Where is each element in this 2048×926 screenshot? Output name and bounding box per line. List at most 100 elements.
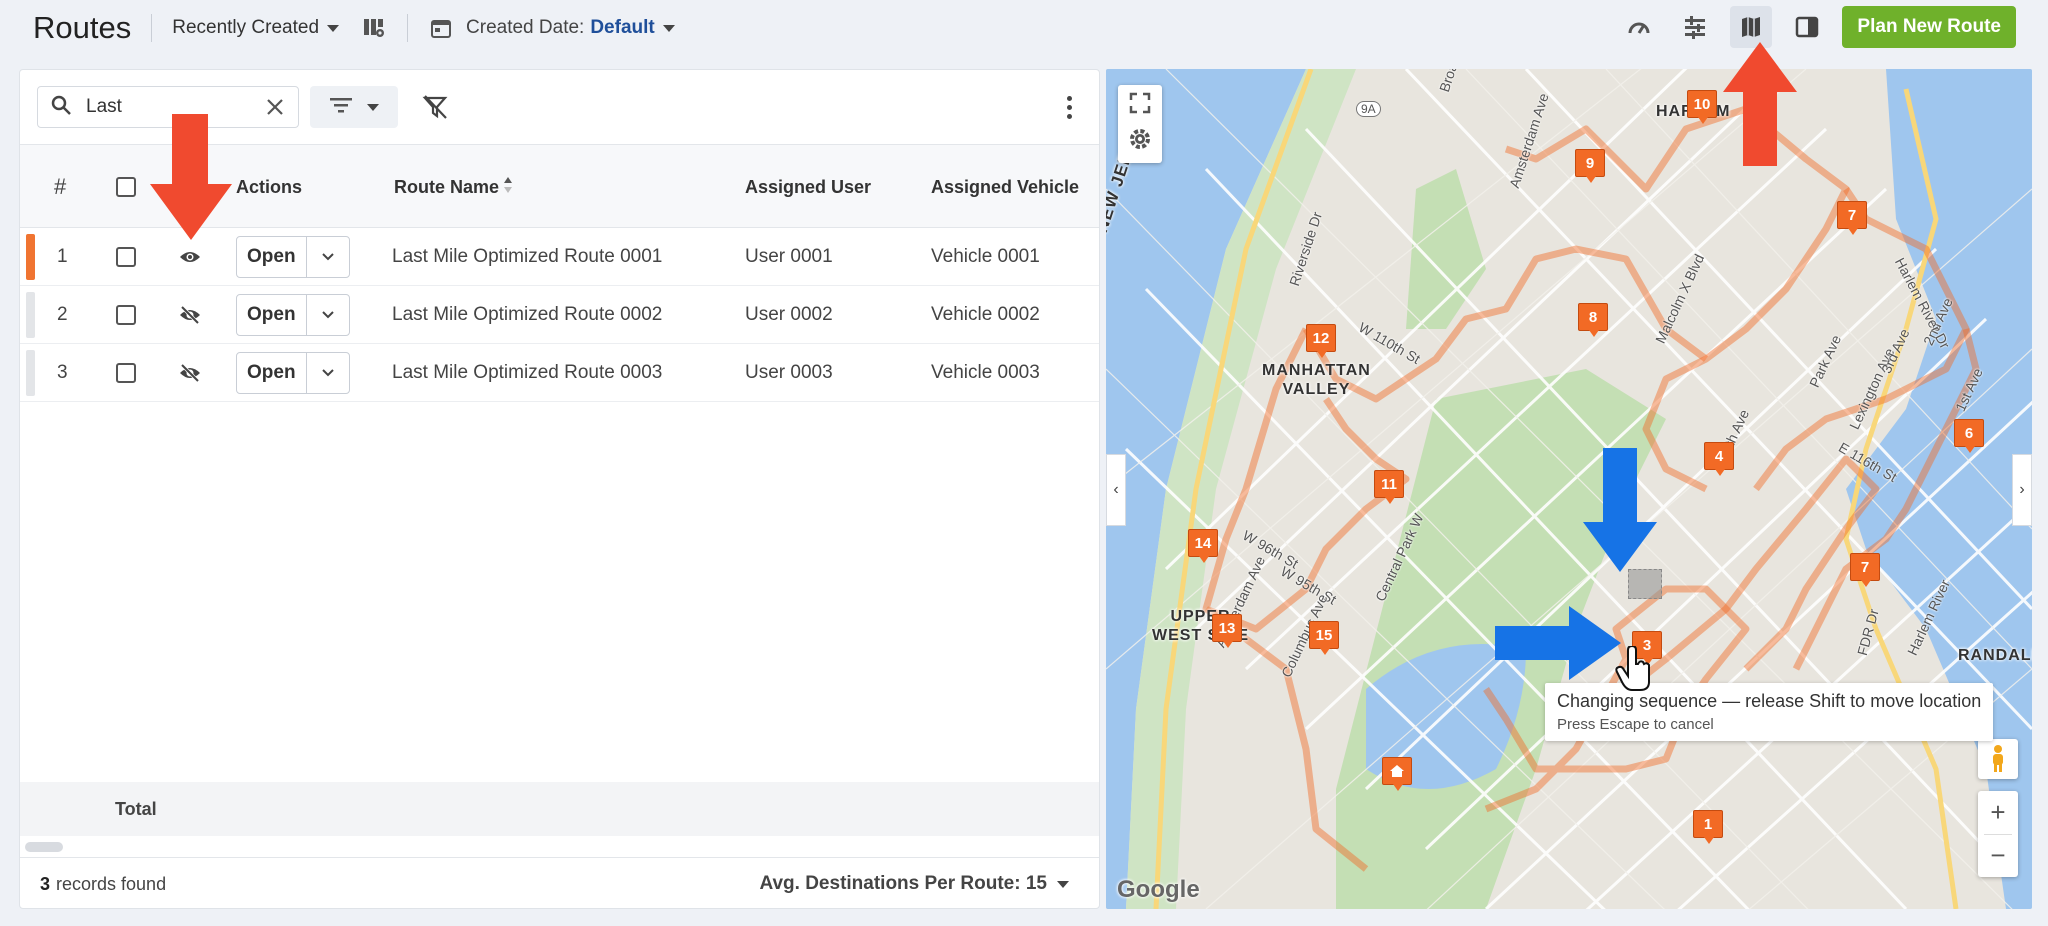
map-label-randall: RANDALL (1958, 647, 2032, 664)
route-stop-marker[interactable]: 7 (1850, 553, 1880, 587)
assigned-vehicle: Vehicle 0001 (931, 246, 1040, 267)
route-stop-marker[interactable]: 6 (1954, 419, 1984, 453)
route-stop-marker[interactable]: 12 (1306, 324, 1336, 358)
tooltip-hint: Press Escape to cancel (1557, 716, 1714, 733)
chevron-down-icon (1057, 880, 1069, 888)
chevron-down-icon (327, 24, 340, 32)
filter-button[interactable] (310, 86, 398, 128)
column-assigned-vehicle[interactable]: Assigned Vehicle (931, 145, 1079, 229)
collapse-left-tab[interactable]: ‹ (1106, 454, 1126, 526)
chevron-down-icon[interactable] (307, 353, 349, 393)
horizontal-scrollbar[interactable] (25, 842, 63, 852)
open-button[interactable]: Open (237, 295, 307, 335)
column-route-name[interactable]: Route Name (394, 145, 513, 229)
route-color-bar (26, 234, 35, 280)
column-assigned-user[interactable]: Assigned User (745, 145, 871, 229)
map-canvas (1106, 69, 2032, 909)
map-control-group (1118, 85, 1162, 163)
divider (151, 14, 153, 42)
view-toolbar: Plan New Route (1618, 6, 2016, 48)
avg-destinations-label: Avg. Destinations Per Route: 15 (759, 873, 1047, 894)
route-name[interactable]: Last Mile Optimized Route 0003 (392, 344, 662, 402)
pegman-icon[interactable] (1978, 739, 2018, 779)
route-stop-marker[interactable]: 10 (1687, 90, 1717, 124)
column-settings-icon[interactable] (361, 15, 387, 41)
chevron-down-icon (367, 103, 379, 111)
kebab-icon[interactable] (1059, 92, 1079, 122)
assigned-vehicle: Vehicle 0002 (931, 304, 1040, 325)
zoom-in-button[interactable]: + (1990, 791, 2005, 834)
annotation-arrow-right-blue (1495, 606, 1621, 680)
map-label-manhattan-valley: MANHATTAN VALLEY (1262, 362, 1371, 398)
total-row: Total (20, 782, 1099, 836)
speedometer-icon[interactable] (1618, 6, 1660, 48)
row-index: 1 (57, 246, 68, 267)
eye-off-icon[interactable] (179, 286, 201, 344)
table-row[interactable]: 3 Open Last Mile Optimized Route 0003 Us… (20, 344, 1099, 402)
annotation-arrow-down-blue (1583, 448, 1657, 572)
route-stop-marker[interactable]: 15 (1309, 621, 1339, 655)
clear-filter-icon[interactable] (418, 90, 452, 124)
home-icon[interactable] (1382, 757, 1412, 791)
route-stop-marker[interactable]: 9 (1575, 149, 1605, 183)
route-name[interactable]: Last Mile Optimized Route 0001 (392, 228, 662, 286)
chevron-down-icon[interactable] (307, 295, 349, 335)
table-row[interactable]: 2 Open Last Mile Optimized Route 0002 Us… (20, 286, 1099, 344)
sort-icon[interactable] (503, 176, 513, 199)
collapse-right-tab[interactable]: › (2012, 454, 2032, 526)
records-count: 3 (40, 873, 51, 894)
zoom-out-button[interactable]: − (1990, 834, 2005, 877)
route-shield: 9A (1356, 101, 1381, 117)
avg-destinations-dropdown[interactable]: Avg. Destinations Per Route: 15 (759, 858, 1069, 910)
route-stop-marker[interactable]: 4 (1704, 442, 1734, 476)
open-route-control: Open (236, 344, 350, 402)
route-stop-marker[interactable]: 7 (1837, 201, 1867, 235)
fullscreen-icon[interactable] (1129, 92, 1151, 119)
records-label: records found (56, 873, 167, 894)
row-checkbox[interactable] (116, 228, 136, 286)
row-checkbox[interactable] (116, 344, 136, 402)
eye-off-icon[interactable] (179, 344, 201, 402)
column-actions: Actions (236, 176, 303, 197)
select-all-checkbox[interactable] (116, 145, 136, 229)
route-color-bar (26, 350, 35, 396)
route-stop-marker[interactable]: 14 (1188, 529, 1218, 563)
open-route-control: Open (236, 228, 350, 286)
column-route-name-label: Route Name (394, 176, 500, 197)
open-button[interactable]: Open (237, 237, 307, 277)
assigned-vehicle: Vehicle 0003 (931, 362, 1040, 383)
route-stop-marker[interactable]: 11 (1374, 470, 1404, 504)
close-icon[interactable] (262, 94, 288, 120)
annotation-arrow-up-red (1723, 42, 1797, 166)
chevron-down-icon[interactable] (307, 237, 349, 277)
tune-icon[interactable] (1674, 6, 1716, 48)
open-button[interactable]: Open (237, 353, 307, 393)
sort-dropdown[interactable]: Recently Created (172, 17, 340, 39)
route-stop-marker[interactable]: 8 (1578, 303, 1608, 337)
search-icon (50, 94, 72, 121)
table-footer: 3 records found Avg. Destinations Per Ro… (20, 857, 1099, 909)
map-tooltip: Changing sequence — release Shift to mov… (1545, 683, 1994, 741)
route-name[interactable]: Last Mile Optimized Route 0002 (392, 286, 662, 344)
google-logo: Google (1117, 876, 1200, 903)
route-stop-marker[interactable]: 1 (1693, 810, 1723, 844)
created-date-label: Created Date: (466, 17, 585, 38)
total-label: Total (115, 798, 157, 819)
drag-ghost-marker (1628, 569, 1662, 599)
column-index: # (54, 174, 67, 199)
route-map[interactable]: HARLEM MANHATTAN VALLEY UPPER WEST SIDE … (1106, 69, 2032, 909)
plan-new-route-button[interactable]: Plan New Route (1842, 6, 2016, 48)
assigned-user: User 0002 (745, 304, 833, 325)
assigned-user: User 0003 (745, 362, 833, 383)
row-index: 3 (57, 362, 68, 383)
records-found: 3 records found (40, 858, 166, 910)
route-stop-marker[interactable]: 13 (1212, 614, 1242, 648)
calendar-icon[interactable] (428, 15, 454, 41)
divider (407, 14, 409, 42)
row-checkbox[interactable] (116, 286, 136, 344)
chevron-down-icon[interactable] (662, 24, 675, 32)
page-title: Routes (33, 10, 132, 45)
gear-icon[interactable] (1128, 127, 1152, 156)
annotation-arrow-down-red (150, 114, 232, 240)
created-date-dropdown[interactable]: Default (590, 17, 654, 39)
